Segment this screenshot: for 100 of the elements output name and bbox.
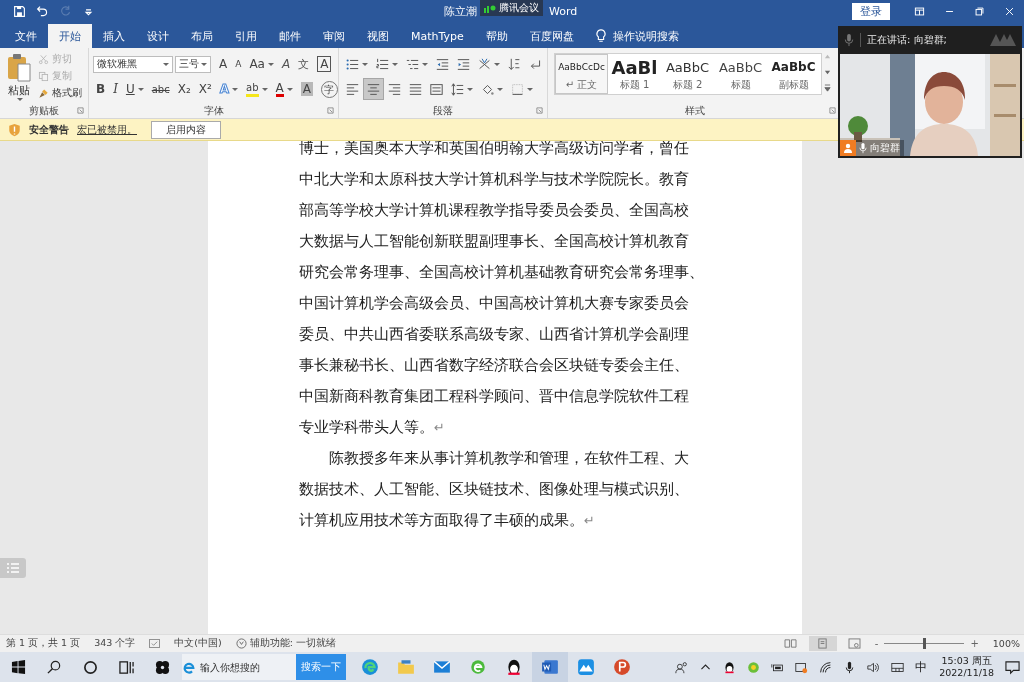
style-item[interactable]: AaBbCcDc ↵ 正文 <box>555 54 608 94</box>
list-icon <box>7 563 19 573</box>
zoom-in-button[interactable]: + <box>968 638 981 649</box>
clock-date[interactable]: 2022/11/18 <box>939 667 994 679</box>
font-color-button[interactable]: A <box>272 79 296 99</box>
grow-font-button[interactable]: A <box>216 54 231 74</box>
strikethrough-button[interactable]: abc <box>148 79 173 99</box>
format-button[interactable]: X² <box>195 79 215 99</box>
ribbon-tab[interactable]: 文件 <box>4 24 48 48</box>
clock-time[interactable]: 15:03 周五 <box>941 655 992 667</box>
speaker-icon[interactable] <box>866 660 880 674</box>
text-line: 中国新商科教育集团工程科学顾问、晋中信息学院软件工程 <box>299 387 689 405</box>
tell-me-search[interactable]: 操作说明搜索 <box>612 28 679 44</box>
input-method[interactable]: 中 <box>909 658 934 676</box>
search-icon[interactable] <box>46 659 62 675</box>
people-icon[interactable] <box>674 660 688 674</box>
borders-icon <box>511 82 524 96</box>
penguin-icon[interactable] <box>505 658 523 676</box>
ribbon-display-icon[interactable] <box>913 5 925 17</box>
scroll-down-icon[interactable] <box>824 68 831 76</box>
bold-button[interactable]: B <box>93 79 109 99</box>
character-shading-button[interactable]: A <box>297 79 316 99</box>
speaker-status: 正在讲话: 向碧群; <box>867 33 947 47</box>
format-button[interactable]: Aa <box>246 54 277 74</box>
phonetic-guide-button[interactable]: 文 <box>295 54 313 74</box>
clipboard-icon <box>6 53 32 83</box>
font-size-field[interactable]: 三号 <box>175 55 211 73</box>
ribbon-tab[interactable]: 插入 <box>92 24 136 48</box>
accessibility-icon[interactable] <box>235 638 247 649</box>
task-view-icon[interactable] <box>118 659 134 675</box>
restore-icon[interactable] <box>973 5 985 17</box>
slides-icon[interactable] <box>613 658 631 676</box>
font-name-field[interactable]: 微软雅黑 <box>93 55 173 73</box>
folder-icon[interactable] <box>397 658 415 676</box>
group-label: 样式 <box>685 103 705 118</box>
zoom-out-button[interactable]: - <box>872 638 881 649</box>
paragraph-mark-icon <box>529 57 542 71</box>
keyboard-icon[interactable] <box>890 660 904 674</box>
language[interactable]: 中文(中国) <box>174 637 222 650</box>
text-line: 中国计算机学会高级会员、中国高校计算机大赛专家委员会 <box>299 294 689 312</box>
start-icon[interactable] <box>10 659 26 675</box>
ribbon-tab[interactable]: 开始 <box>48 24 92 48</box>
text-line: 计算机应用技术等方面取得了丰硕的成果。 <box>299 511 584 529</box>
pinwheel-icon[interactable] <box>154 659 170 675</box>
mountain-icon[interactable] <box>577 658 595 676</box>
notification-icon[interactable] <box>1004 659 1020 675</box>
dialog-launcher-icon[interactable] <box>536 107 543 114</box>
wifi-icon[interactable] <box>818 660 832 674</box>
accessibility-status[interactable]: 辅助功能: 一切就绪 <box>249 637 336 650</box>
ribbon-tab[interactable]: 审阅 <box>312 24 356 48</box>
ribbon-tab[interactable]: 设计 <box>136 24 180 48</box>
more-styles-icon[interactable] <box>824 84 831 93</box>
align-center-button[interactable] <box>364 79 383 99</box>
underline-button[interactable]: U <box>122 79 147 99</box>
text-line: 大数据与人工智能创新联盟副理事长、全国高校计算机教育 <box>299 232 689 250</box>
undo-icon[interactable] <box>36 4 49 18</box>
paste-button[interactable]: 粘贴 <box>4 51 34 103</box>
text-line: 委员、中共山西省委联系高级专家、山西省计算机学会副理 <box>299 325 689 343</box>
ribbon-tab[interactable]: 布局 <box>180 24 224 48</box>
clear-format-button[interactable]: A <box>278 54 294 74</box>
ribbon-tab[interactable]: 邮件 <box>268 24 312 48</box>
text-line: 陈教授多年来从事计算机教学和管理，在软件工程、大 <box>328 449 689 467</box>
dialog-launcher-icon[interactable] <box>829 107 836 114</box>
highlight-button[interactable]: ab <box>243 79 271 99</box>
style-item[interactable]: AaBl 标题 1 <box>608 54 661 94</box>
ribbon-tab[interactable]: 视图 <box>356 24 400 48</box>
italic-button[interactable]: I <box>110 79 121 99</box>
dialog-launcher-icon[interactable] <box>327 107 334 114</box>
dialog-launcher-icon[interactable] <box>77 107 84 114</box>
text-line: 研究会常务理事、全国高校计算机基础教育研究会常务理事、 <box>299 263 704 281</box>
slider-thumb[interactable] <box>923 638 927 649</box>
enable-content-button[interactable]: 启用内容 <box>151 120 221 139</box>
format-painter-button[interactable]: 格式刷 <box>38 85 82 101</box>
group-label: 段落 <box>433 103 453 118</box>
style-item[interactable]: AaBbC 副标题 <box>767 54 820 94</box>
mail-icon[interactable] <box>433 658 451 676</box>
style-item[interactable]: AaBbC 标题 <box>714 54 767 94</box>
word-icon[interactable] <box>541 658 559 676</box>
save-icon[interactable] <box>13 4 26 18</box>
ribbon-tab[interactable]: 引用 <box>224 24 268 48</box>
edge-icon[interactable] <box>361 658 379 676</box>
proofing-icon[interactable] <box>149 639 161 648</box>
macro-link[interactable]: 宏已被禁用。 <box>77 122 137 137</box>
mountain-logo-icon <box>990 34 1016 46</box>
ribbon-tab[interactable]: MathType <box>400 24 475 48</box>
meeting-label: 腾讯会议 <box>499 1 539 15</box>
shrink-font-button[interactable]: A <box>232 54 245 74</box>
window-title: 陈立潮 <box>444 3 477 19</box>
screen-app-icon[interactable] <box>794 660 808 674</box>
penguin-icon[interactable] <box>722 660 736 674</box>
ribbon-tab[interactable]: 百度网盘 <box>518 24 585 48</box>
sign-in-button[interactable]: 登录 <box>852 2 890 20</box>
format-button[interactable]: X₂ <box>174 79 194 99</box>
close-icon[interactable] <box>1003 5 1015 17</box>
style-item[interactable]: AaBbC 标题 2 <box>661 54 714 94</box>
lightbulb-icon[interactable] <box>594 29 607 43</box>
circle-icon[interactable] <box>82 659 98 675</box>
ribbon-tab[interactable]: 帮助 <box>474 24 519 48</box>
text-line: 数据技术、人工智能、区块链技术、图像处理与模式识别、 <box>299 480 689 498</box>
align-center-icon <box>367 82 380 96</box>
